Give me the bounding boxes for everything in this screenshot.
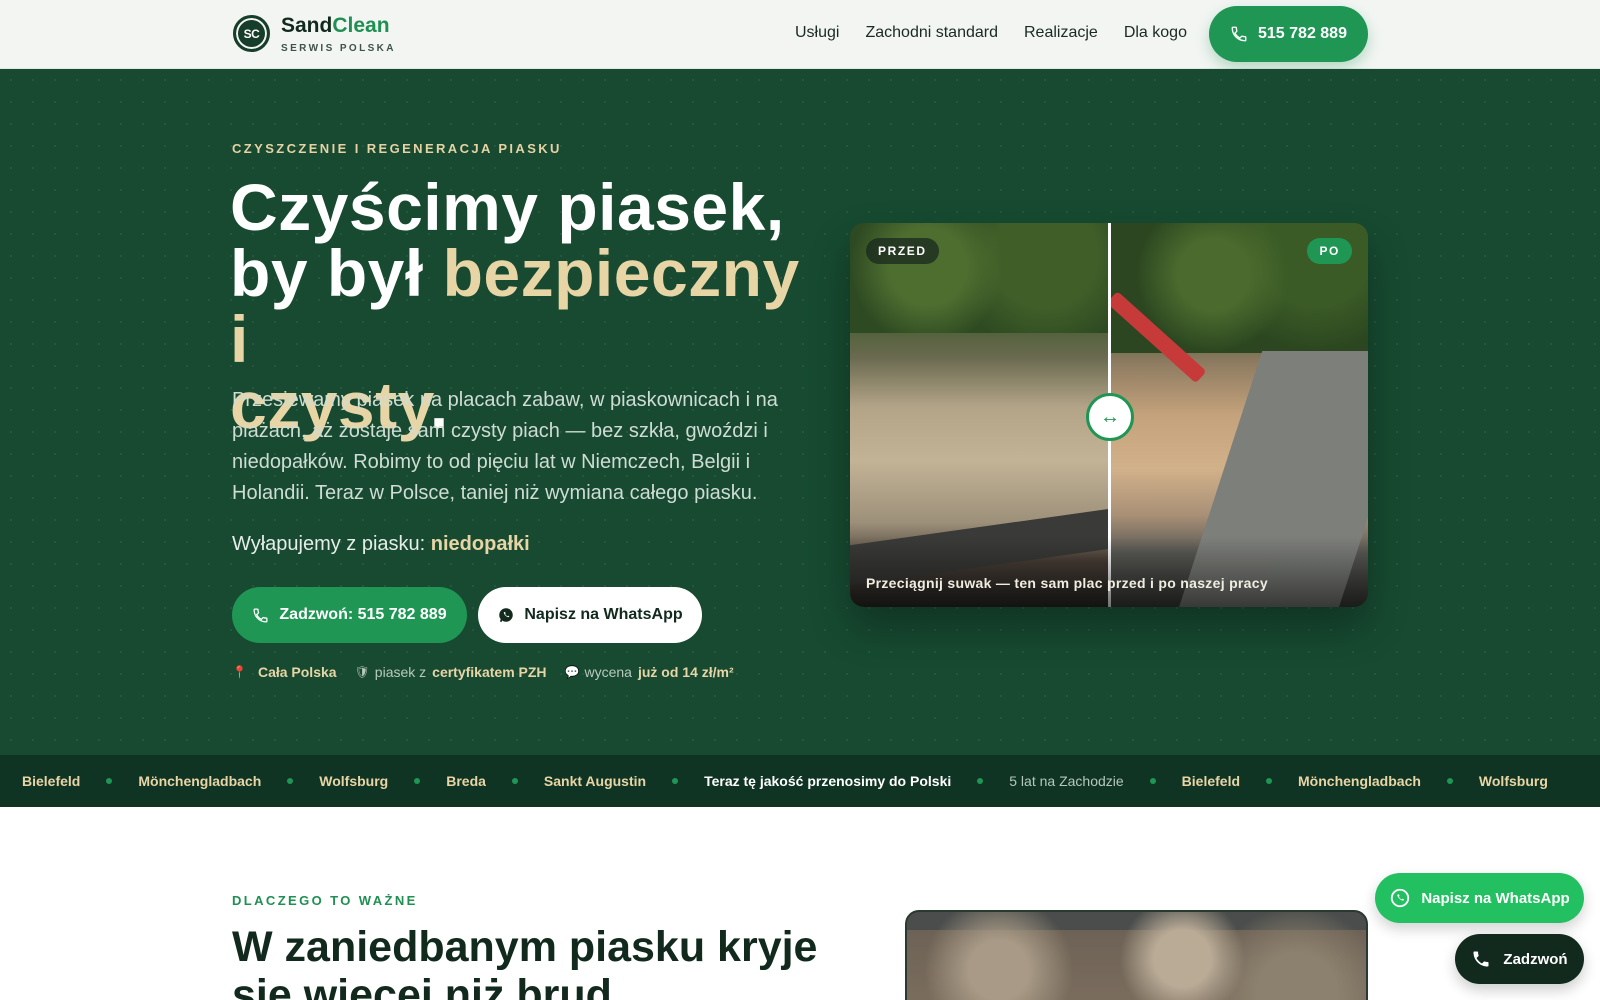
fact-certificate: 🛡 piasek z certyfikatem PZH <box>355 664 547 680</box>
whatsapp-icon <box>499 608 514 623</box>
ticker-item: 5 lat na Zachodzie <box>1009 773 1181 789</box>
ticker-item-label: Breda <box>446 773 486 789</box>
main-nav: Usługi Zachodni standard Realizacje Dla … <box>795 24 1213 42</box>
brand-name-part1: Sand <box>281 14 333 37</box>
bullet-dot-icon <box>977 778 984 784</box>
ticker-item-label: Mönchengladbach <box>1298 773 1421 789</box>
fact-coverage-value: Cała Polska <box>257 664 337 680</box>
hero-catch-label: Wyłapujemy z piasku: <box>232 533 431 555</box>
bullet-dot-icon <box>106 778 113 784</box>
speech-bubble-icon: 💬 <box>564 665 580 679</box>
brand-name: SandClean <box>281 15 396 37</box>
cities-ticker: Bielefeld Mönchengladbach Wolfsburg Bred… <box>0 755 1600 807</box>
call-button[interactable]: Zadzwoń: 515 782 889 <box>232 587 467 643</box>
why-eyebrow: DLACZEGO TO WAŻNE <box>232 893 418 908</box>
fact-price-prefix: wycena <box>584 664 632 680</box>
header-phone-button[interactable]: 515 782 889 <box>1209 6 1368 62</box>
ticker-item-label: Bielefeld <box>1181 773 1241 789</box>
nav-link-uslugi[interactable]: Usługi <box>795 24 839 42</box>
hero-catch-value: niedopałki <box>430 533 530 555</box>
floating-call-button[interactable]: Zadzwoń <box>1455 934 1584 984</box>
hero-facts: 📍 Cała Polska 🛡 piasek z certyfikatem PZH 💬… <box>232 664 752 680</box>
header-phone-label: 515 782 889 <box>1258 25 1347 42</box>
ticker-item-label: Wolfsburg <box>319 773 389 789</box>
after-tag: PO <box>1307 238 1352 264</box>
shield-icon: 🛡 <box>354 665 370 679</box>
hero-title-line1: Czyścimy piasek, <box>230 170 785 244</box>
ticker-item-label: Bielefeld <box>22 773 81 789</box>
ticker-item-label: 5 lat na Zachodzie <box>1009 773 1124 789</box>
hero-section: CZYSZCZENIE I REGENERACJA PIASKU Czyścim… <box>0 69 1600 755</box>
debris-photo <box>905 910 1368 1000</box>
nav-link-zachodni-standard[interactable]: Zachodni standard <box>865 24 998 42</box>
bullet-dot-icon <box>287 778 294 784</box>
fact-coverage: 📍 Cała Polska <box>232 664 337 680</box>
logo-mark: SC <box>233 15 270 52</box>
before-after-slider[interactable]: ↔ PRZED PO Przeciągnij suwak — ten sam p… <box>850 223 1368 607</box>
fact-certificate-value: certyfikatem PZH <box>432 664 547 680</box>
bullet-dot-icon <box>511 778 518 784</box>
nav-link-realizacje[interactable]: Realizacje <box>1024 24 1098 42</box>
brand-subtitle: SERWIS POLSKA <box>281 43 396 54</box>
bullet-dot-icon <box>672 778 679 784</box>
ticker-item: Wolfsburg <box>319 773 446 789</box>
bullet-dot-icon <box>1149 778 1156 784</box>
fact-price: 💬 wycena już od 14 zł/m² <box>565 664 734 680</box>
ticker-track: Bielefeld Mönchengladbach Wolfsburg Bred… <box>22 755 1548 807</box>
hero-title-line2-start: by był <box>230 236 443 310</box>
before-tag: PRZED <box>866 238 939 264</box>
whatsapp-button-label: Napisz na WhatsApp <box>524 606 683 623</box>
ticker-item-label: Wolfsburg <box>1478 773 1548 789</box>
logo[interactable]: SC SandClean SERWIS POLSKA <box>233 15 396 54</box>
ticker-item: Bielefeld <box>22 773 138 789</box>
ticker-item-label: Teraz tę jakość przenosimy do Polski <box>704 773 952 789</box>
hero-description: Przesiewamy piasek na placach zabaw, w p… <box>232 389 778 504</box>
bullet-dot-icon <box>414 778 421 784</box>
slider-handle[interactable]: ↔ <box>1086 393 1134 441</box>
call-button-label: Zadzwoń: 515 782 889 <box>279 606 447 623</box>
ticker-item: Mönchengladbach <box>138 773 319 789</box>
location-pin-icon: 📍 <box>232 665 247 679</box>
ticker-item: Wolfsburg <box>1479 773 1548 789</box>
slider-caption-overlay: Przeciągnij suwak — ten sam plac przed i… <box>850 537 1368 607</box>
hero-eyebrow: CZYSZCZENIE I REGENERACJA PIASKU <box>232 141 562 156</box>
ticker-item: Bielefeld <box>1182 773 1298 789</box>
site-header: SC SandClean SERWIS POLSKA Usługi Zachod… <box>0 0 1600 69</box>
slider-caption: Przeciągnij suwak — ten sam plac przed i… <box>866 575 1268 591</box>
floating-call-label: Zadzwoń <box>1503 950 1568 968</box>
brand-name-part2: Clean <box>332 14 390 37</box>
ticker-item: Breda <box>446 773 544 789</box>
bullet-dot-icon <box>1266 778 1273 784</box>
nav-link-dla-kogo[interactable]: Dla kogo <box>1124 24 1187 42</box>
whatsapp-icon <box>1391 888 1410 908</box>
whatsapp-button[interactable]: Napisz na WhatsApp <box>478 587 702 643</box>
phone-icon <box>1473 951 1489 967</box>
bullet-dot-icon <box>1446 778 1453 784</box>
fact-certificate-prefix: piasek z <box>374 664 427 680</box>
hero-catch-line: Wyłapujemy z piasku: niedopałki <box>232 533 530 556</box>
phone-icon <box>253 607 268 623</box>
why-title: W zaniedbanym piasku kryje się więcej ni… <box>232 923 818 1000</box>
ticker-item-label: Mönchengladbach <box>138 773 262 789</box>
ticker-item: Mönchengladbach <box>1298 773 1479 789</box>
ticker-item: Sankt Augustin <box>544 773 704 789</box>
phone-icon <box>1231 26 1247 42</box>
logo-text: SandClean SERWIS POLSKA <box>281 15 396 55</box>
ticker-item-label: Sankt Augustin <box>543 773 647 789</box>
arrows-horizontal-icon: ↔ <box>1100 405 1120 428</box>
floating-whatsapp-label: Napisz na WhatsApp <box>1421 889 1570 907</box>
fact-price-value: już od 14 zł/m² <box>637 664 734 680</box>
floating-whatsapp-button[interactable]: Napisz na WhatsApp <box>1375 873 1584 923</box>
ticker-item: Teraz tę jakość przenosimy do Polski <box>704 773 1009 789</box>
